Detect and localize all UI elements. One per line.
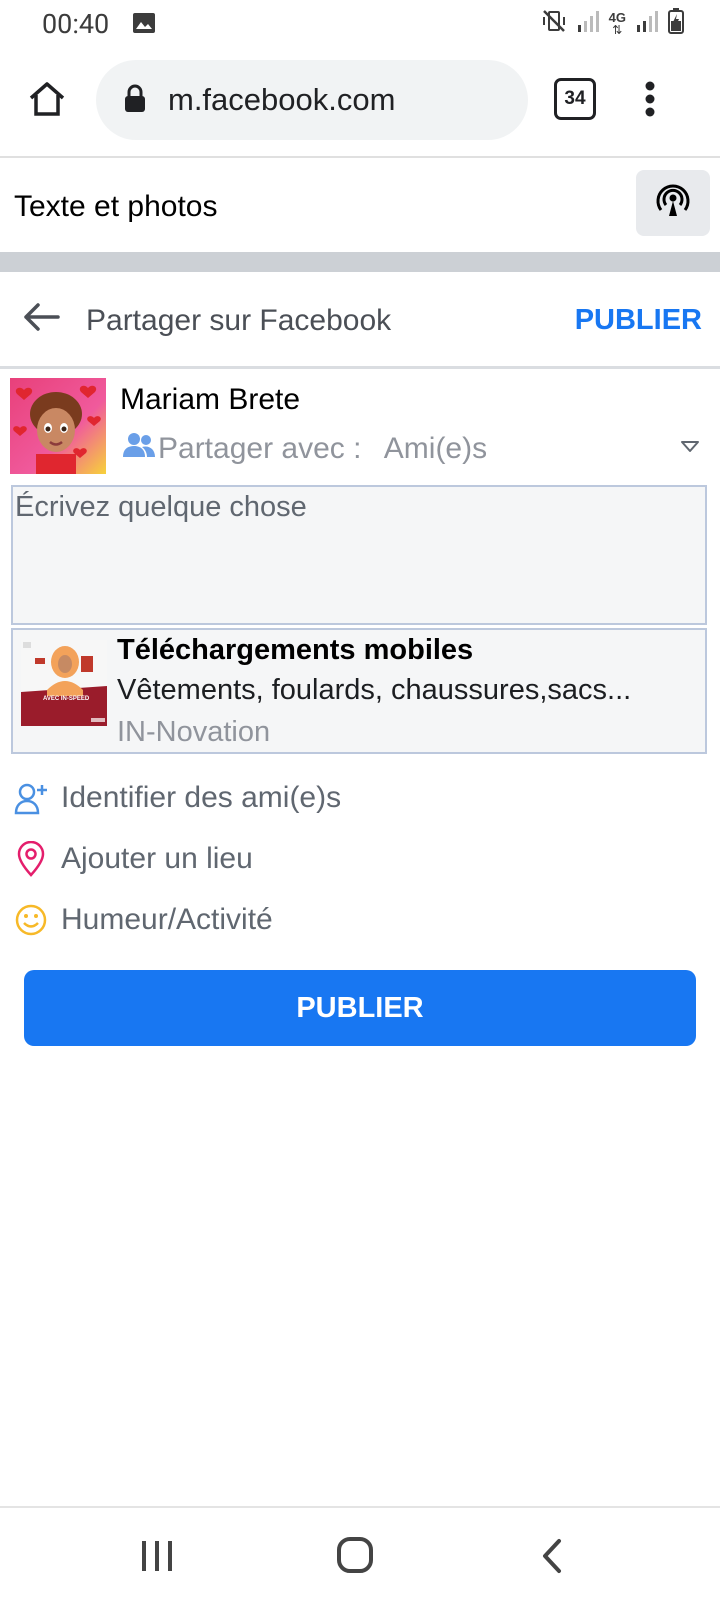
signal-2-icon	[636, 9, 658, 38]
broadcast-icon	[655, 183, 691, 224]
link-preview[interactable]: AVEC IN-SPEED Téléchargements mobiles Vê…	[11, 628, 707, 754]
preview-source: IN-Novation	[117, 716, 271, 748]
browser-toolbar: m.facebook.com 34	[0, 46, 720, 158]
tab-switcher-button[interactable]: 34	[554, 78, 596, 120]
friends-icon	[122, 432, 156, 466]
preview-thumb-caption: AVEC IN-SPEED	[43, 696, 90, 702]
composer-placeholder: Écrivez quelque chose	[15, 491, 307, 523]
preview-thumbnail: AVEC IN-SPEED	[21, 640, 107, 726]
post-composer[interactable]: Écrivez quelque chose	[11, 485, 707, 625]
mute-vibrate-icon	[541, 8, 567, 39]
tag-friends-option[interactable]: Identifier des ami(e)s	[0, 770, 720, 826]
add-location-option[interactable]: Ajouter un lieu	[0, 831, 720, 887]
publish-header-button[interactable]: PUBLIER	[575, 304, 702, 337]
system-navigation-bar	[0, 1506, 720, 1602]
preview-title: Téléchargements mobiles	[117, 634, 474, 666]
home-nav-icon[interactable]	[336, 1536, 374, 1579]
smiley-icon	[13, 902, 49, 938]
share-header: Partager sur Facebook PUBLIER	[0, 272, 720, 369]
add-location-label: Ajouter un lieu	[61, 842, 253, 875]
gallery-notification-icon	[132, 12, 156, 39]
publish-button[interactable]: PUBLIER	[24, 970, 696, 1046]
mood-activity-label: Humeur/Activité	[61, 903, 273, 936]
status-icons: 4G ⇅	[541, 8, 684, 39]
audience-prefix: Partager avec :	[158, 432, 370, 465]
lite-mode-bar: Texte et photos	[0, 158, 720, 250]
mood-activity-option[interactable]: Humeur/Activité	[0, 892, 720, 948]
back-arrow-icon[interactable]	[22, 302, 60, 337]
more-menu-icon[interactable]	[644, 80, 656, 123]
status-time: 00:40	[42, 8, 110, 40]
network-4g-icon: 4G ⇅	[608, 10, 626, 37]
audience-value: Ami(e)s	[383, 432, 488, 465]
page-title: Partager sur Facebook	[86, 304, 392, 337]
battery-icon	[668, 8, 684, 39]
preview-description: Vêtements, foulards, chaussures,sacs...	[117, 674, 632, 706]
tag-friends-label: Identifier des ami(e)s	[61, 781, 342, 814]
lock-icon	[124, 84, 146, 119]
avatar	[10, 378, 106, 474]
back-nav-icon[interactable]	[540, 1538, 564, 1579]
signal-1-icon	[577, 9, 599, 38]
recent-apps-icon[interactable]	[140, 1540, 174, 1577]
status-bar: 00:40 4G ⇅	[0, 0, 720, 46]
tag-friends-icon	[13, 780, 49, 816]
audience-selector[interactable]: Partager avec : Ami(e)s	[122, 432, 487, 466]
audience-dropdown-icon[interactable]	[680, 440, 700, 459]
lite-mode-title: Texte et photos	[14, 190, 218, 223]
section-divider	[0, 252, 720, 272]
user-name: Mariam Brete	[120, 383, 301, 416]
url-text: m.facebook.com	[168, 82, 396, 117]
home-icon[interactable]	[28, 80, 66, 123]
location-pin-icon	[13, 841, 49, 877]
address-bar[interactable]: m.facebook.com	[96, 60, 528, 140]
broadcast-button[interactable]	[636, 170, 710, 236]
